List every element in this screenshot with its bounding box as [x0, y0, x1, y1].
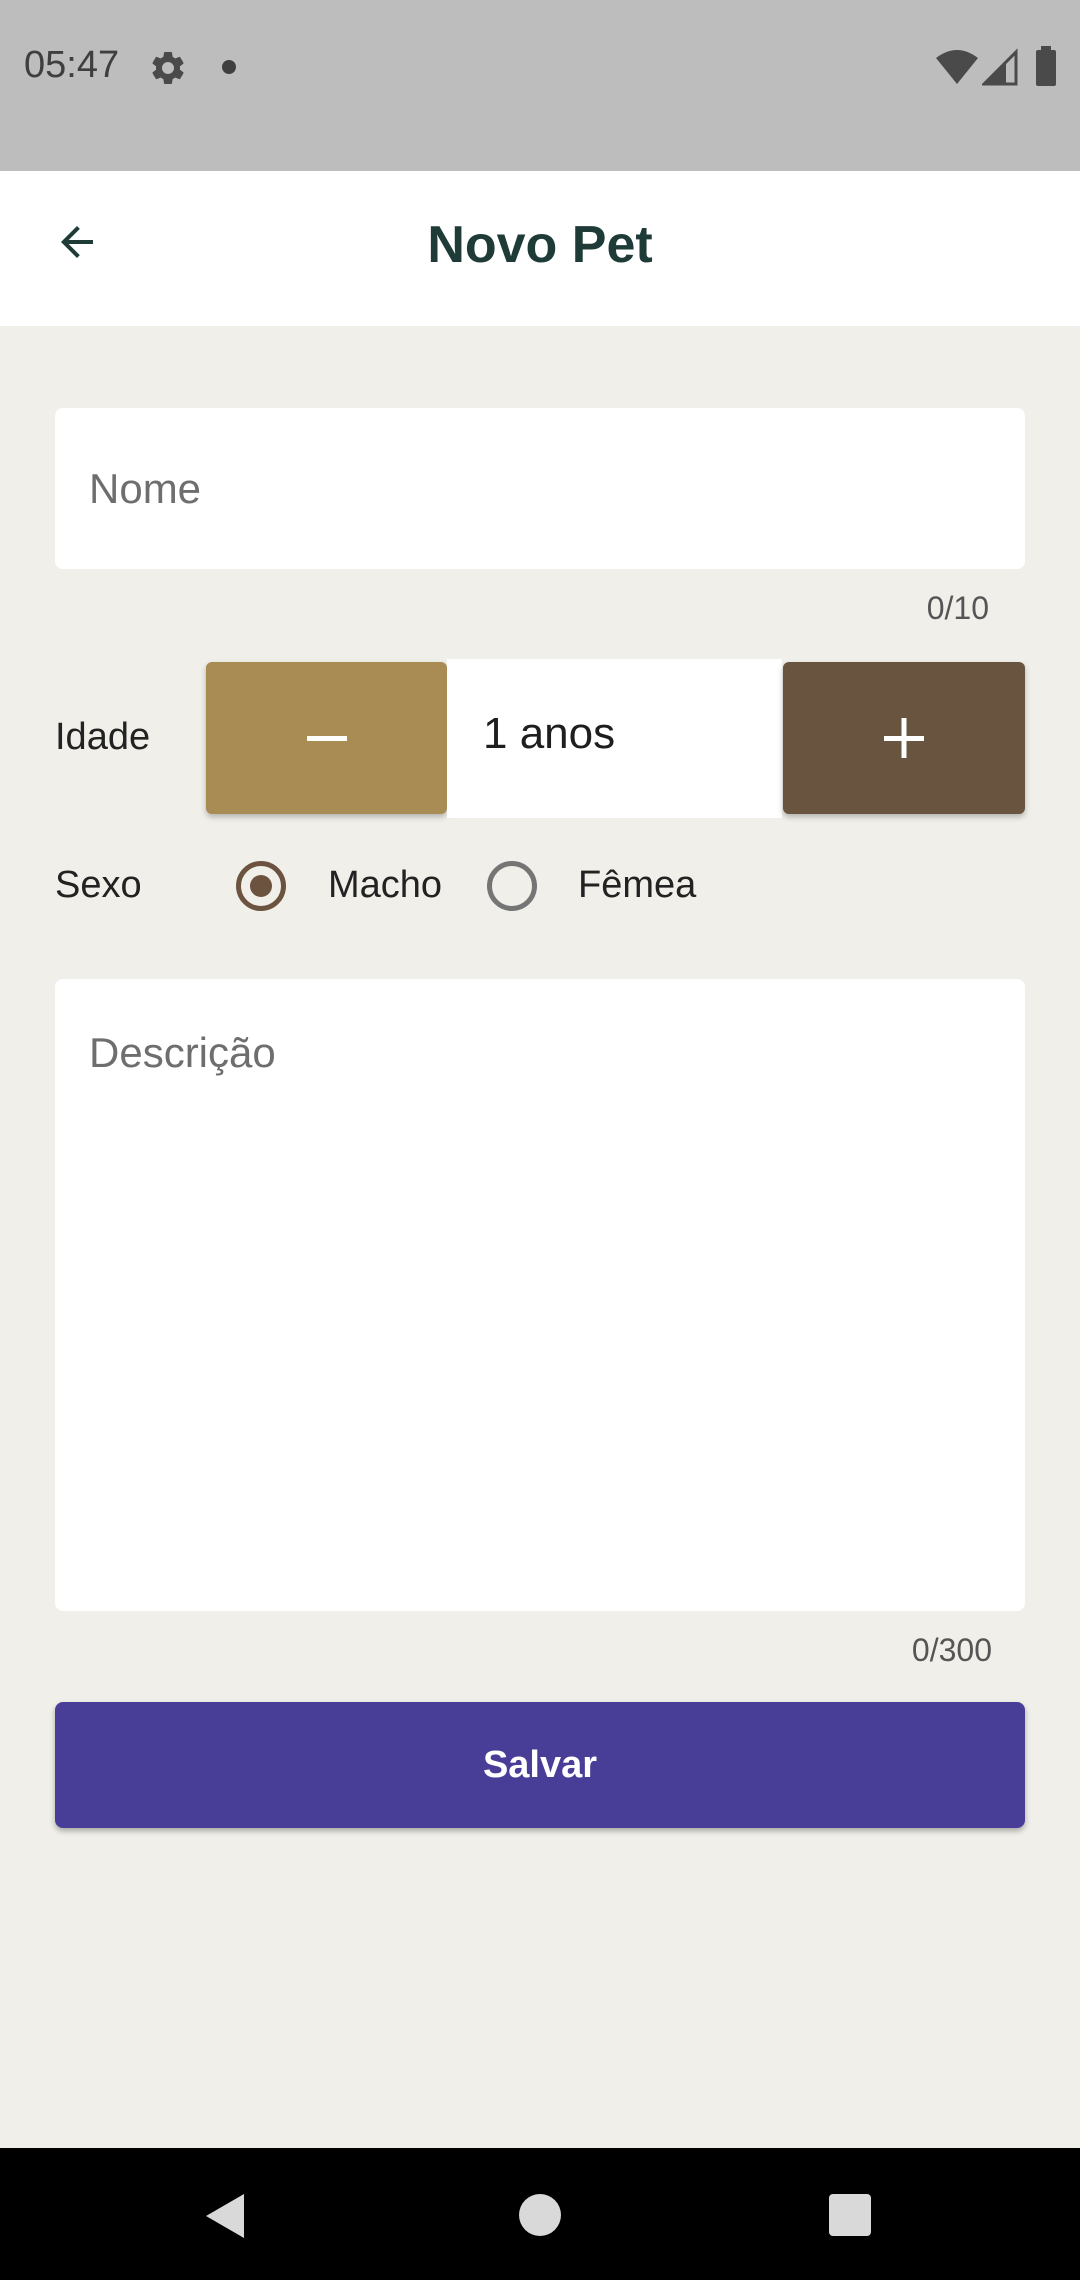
signal-icon	[982, 48, 1018, 86]
age-value: 1 anos	[483, 709, 616, 758]
form-container: 0/10 Idade 1 anos Sexo Macho Fêmea 0/300…	[0, 326, 1080, 2148]
status-bar: 05:47	[0, 0, 1080, 171]
plus-icon	[884, 718, 924, 758]
nav-home-icon[interactable]	[519, 2194, 561, 2236]
nav-back-icon[interactable]	[204, 2192, 248, 2240]
description-field[interactable]	[55, 979, 1025, 1611]
radio-female[interactable]	[487, 861, 537, 911]
minus-icon	[306, 736, 347, 741]
wifi-icon	[936, 50, 978, 84]
sex-label: Sexo	[55, 864, 142, 906]
age-value-display: 1 anos	[447, 659, 782, 818]
radio-male[interactable]	[236, 861, 286, 911]
gear-icon	[152, 51, 184, 84]
name-char-counter: 0/10	[926, 590, 989, 626]
description-textarea[interactable]	[55, 979, 1025, 1611]
system-nav-bar	[0, 2148, 1080, 2280]
age-increment-button[interactable]	[783, 662, 1025, 814]
name-field[interactable]	[55, 408, 1025, 569]
radio-male-label[interactable]: Macho	[328, 864, 442, 907]
nav-recents-icon[interactable]	[829, 2194, 871, 2236]
status-time: 05:47	[24, 44, 120, 86]
radio-female-label[interactable]: Fêmea	[578, 864, 696, 907]
app-bar: Novo Pet	[0, 171, 1080, 326]
age-decrement-button[interactable]	[206, 662, 447, 814]
battery-icon	[1036, 46, 1056, 86]
name-input[interactable]	[55, 408, 1025, 569]
save-button[interactable]: Salvar	[55, 1702, 1025, 1828]
page-title: Novo Pet	[427, 216, 653, 274]
age-label: Idade	[55, 716, 151, 758]
notification-dot-icon	[222, 60, 236, 74]
description-char-counter: 0/300	[911, 1632, 992, 1668]
